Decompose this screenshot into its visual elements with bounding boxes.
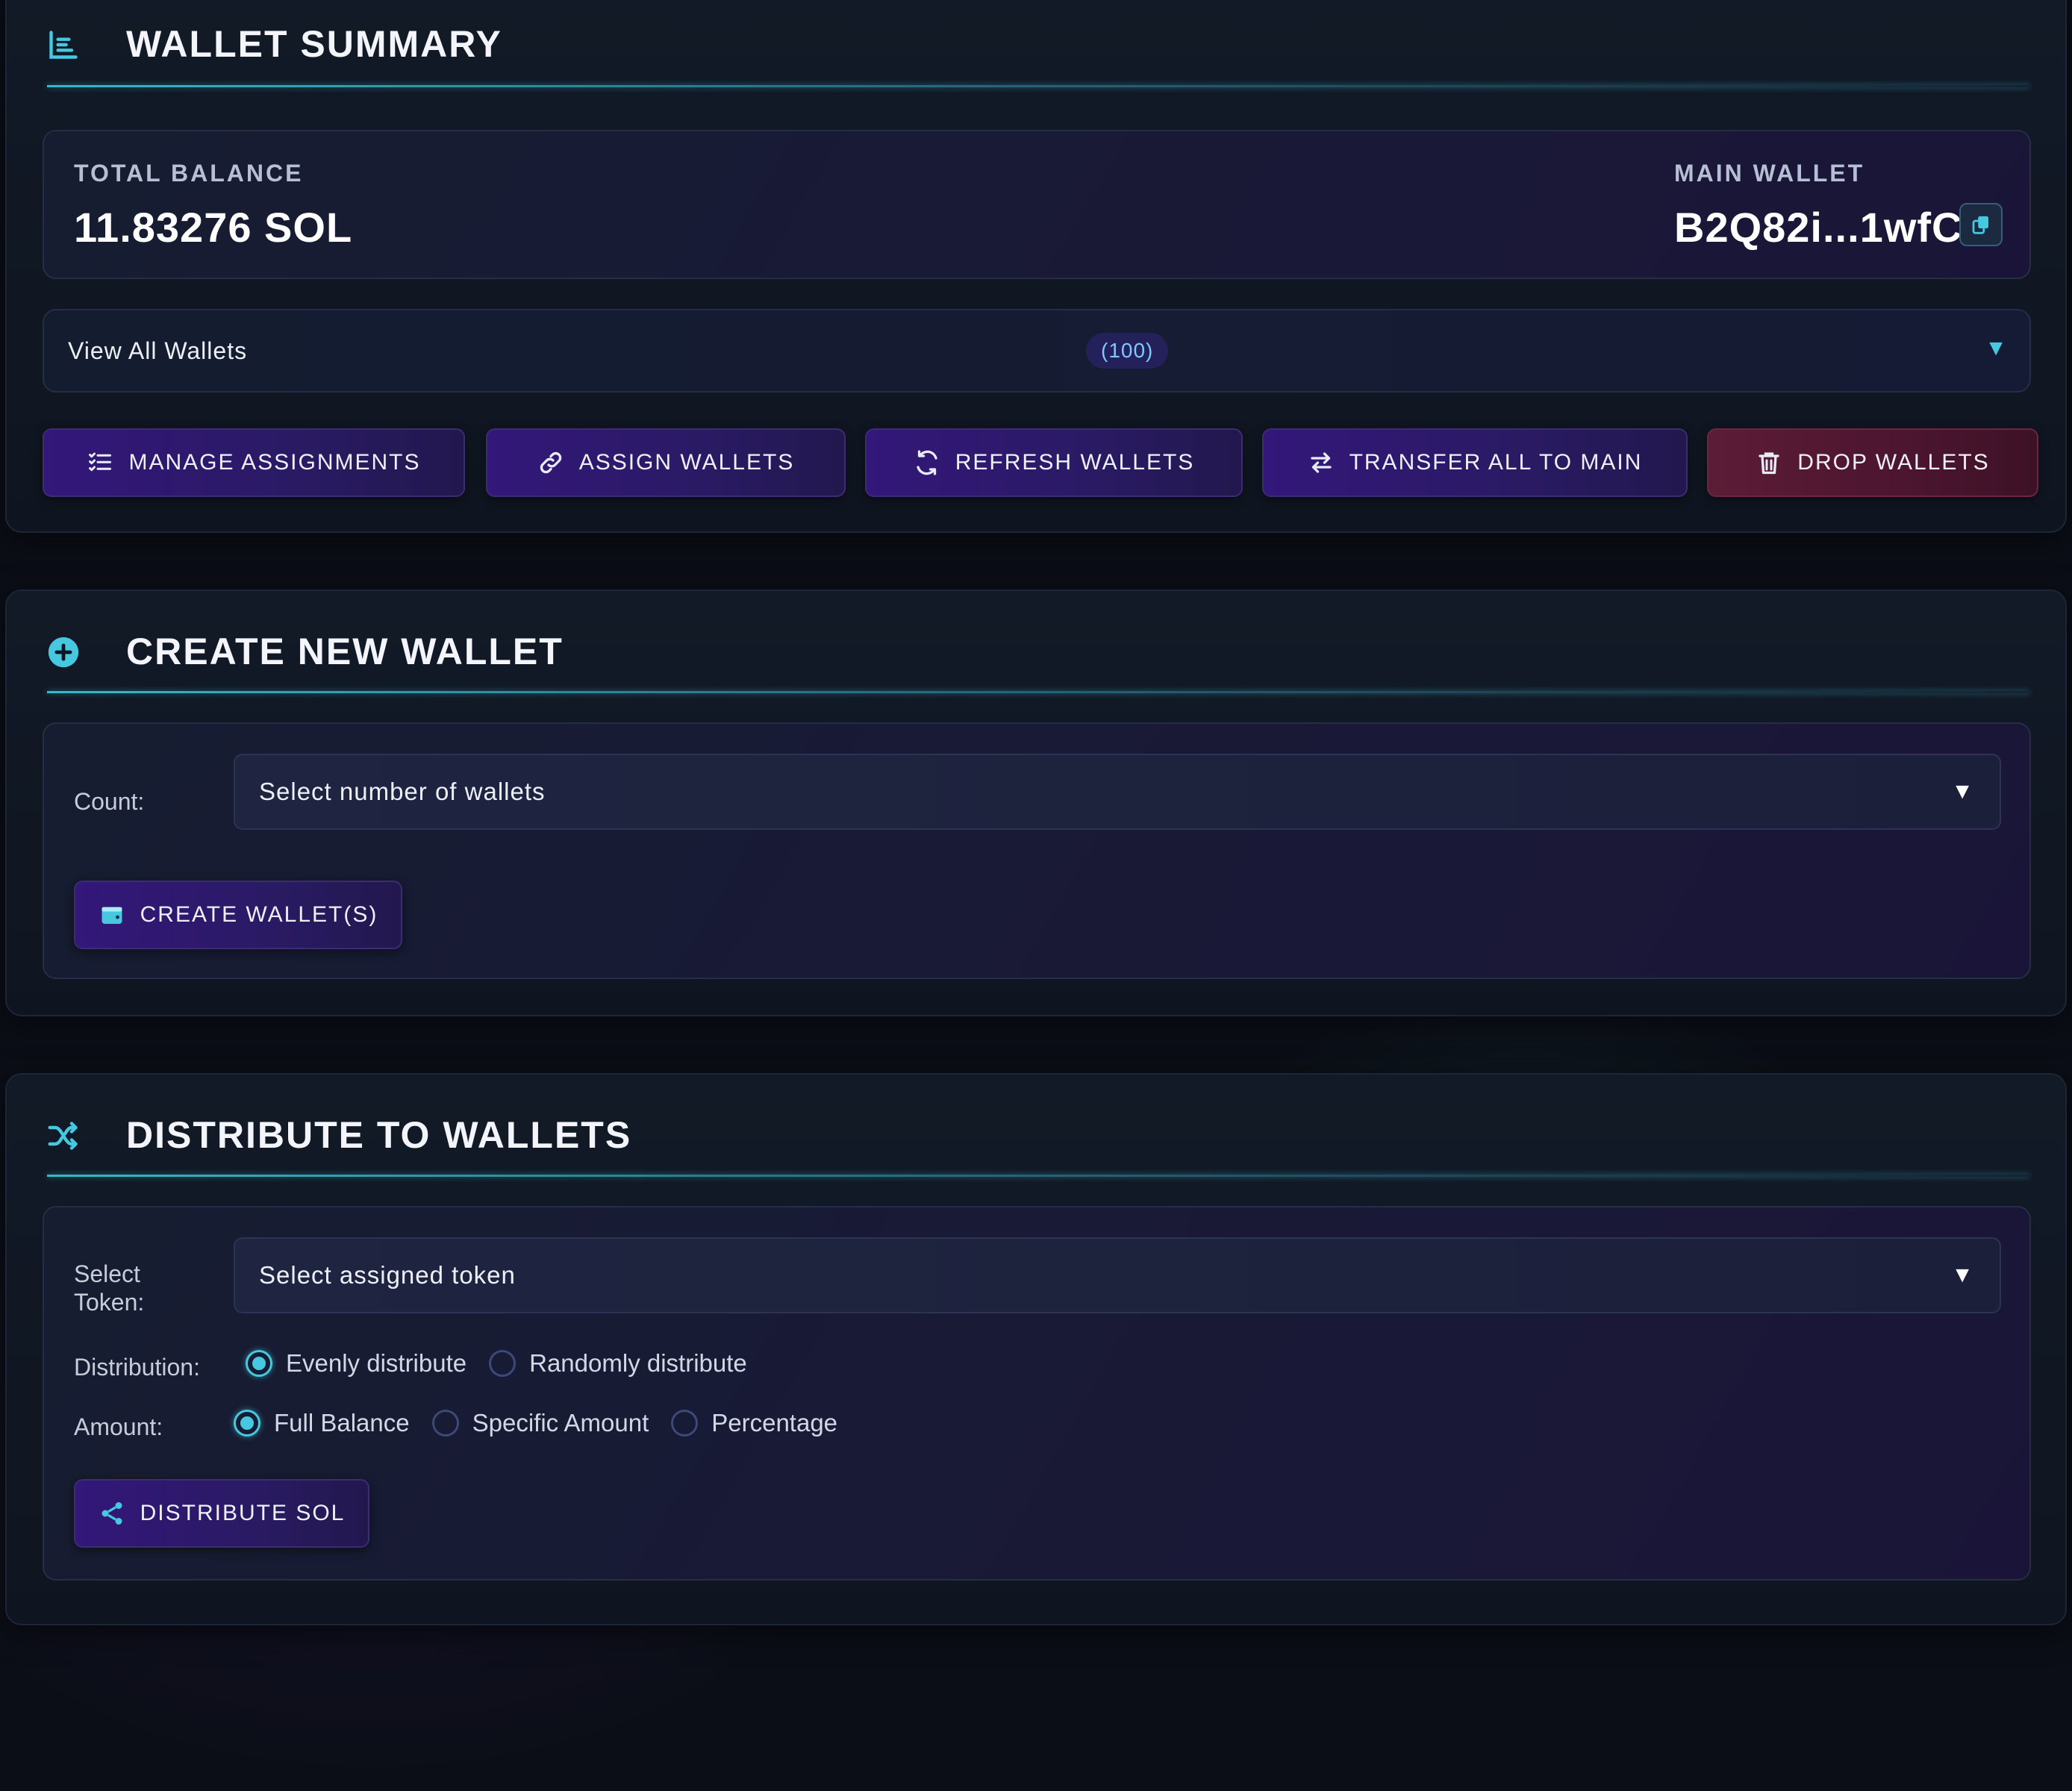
radio-dot [246, 1350, 272, 1377]
wallet-icon [102, 907, 122, 924]
manage-assignments-button[interactable]: MANAGE ASSIGNMENTS [43, 428, 465, 497]
radio-evenly-distribute[interactable]: Evenly distribute [246, 1349, 466, 1378]
drop-wallets-button[interactable]: DROP WALLETS [1707, 428, 2038, 497]
wallet-summary-header: WALLET SUMMARY [43, 1, 2029, 101]
create-wallet-header: CREATE NEW WALLET [43, 591, 2029, 693]
refresh-icon [917, 450, 937, 475]
refresh-wallets-label: REFRESH WALLETS [955, 450, 1195, 475]
radio-dot [671, 1410, 699, 1437]
main-wallet-label: MAIN WALLET [1674, 160, 1865, 187]
view-all-wallets-toggle[interactable]: View All Wallets (100) ▼ [43, 309, 2031, 393]
radio-specific-amount[interactable]: Specific Amount [431, 1409, 649, 1437]
amount-label: Amount: [74, 1413, 163, 1440]
chevron-down-icon: ▼ [1985, 336, 2007, 360]
radio-full-balance[interactable]: Full Balance [234, 1409, 410, 1437]
radio-specific-amount-label: Specific Amount [472, 1409, 649, 1437]
create-wallet-panel: CREATE NEW WALLET Count: Select number o… [5, 590, 2067, 1016]
amount-radio-group: Full Balance Specific Amount Percentage [234, 1409, 837, 1437]
distribution-label: Distribution: [74, 1354, 200, 1381]
assign-wallets-button[interactable]: ASSIGN WALLETS [486, 428, 846, 497]
radio-dot [431, 1410, 459, 1437]
wallet-summary-panel: WALLET SUMMARY TOTAL BALANCE 11.83276 SO… [5, 0, 2067, 533]
header-divider [47, 691, 2029, 693]
share-icon [102, 1502, 122, 1525]
wallet-count-badge: (100) [1086, 333, 1169, 369]
assign-wallets-label: ASSIGN WALLETS [578, 450, 795, 475]
wallet-count-select[interactable]: Select number of wallets ▼ [234, 754, 2001, 830]
radio-evenly-label: Evenly distribute [286, 1349, 467, 1377]
drop-wallets-label: DROP WALLETS [1797, 450, 1990, 475]
distribute-sol-label: DISTRIBUTE SOL [140, 1501, 346, 1525]
create-wallets-label: CREATE WALLET(S) [140, 902, 378, 927]
create-wallet-card: Count: Select number of wallets ▼ CREATE… [43, 722, 2031, 979]
header-divider [47, 85, 2029, 87]
header-divider [47, 1175, 2029, 1177]
distribute-card: Select Token: Select assigned token ▼ Di… [43, 1206, 2031, 1581]
radio-full-balance-label: Full Balance [274, 1409, 410, 1437]
wallet-count-select-value: Select number of wallets [259, 778, 546, 805]
create-wallet-title: CREATE NEW WALLET [126, 631, 564, 672]
distribute-panel: DISTRIBUTE TO WALLETS Select Token: Sele… [5, 1073, 2067, 1625]
transfer-all-to-main-button[interactable]: TRANSFER ALL TO MAIN [1262, 428, 1688, 497]
balance-card: TOTAL BALANCE 11.83276 SOL MAIN WALLET B… [43, 130, 2031, 279]
view-all-wallets-label: View All Wallets [68, 337, 248, 364]
list-check-icon [89, 452, 112, 472]
main-wallet-address: B2Q82i...1wfC [1674, 204, 1963, 251]
total-balance-label: TOTAL BALANCE [74, 160, 304, 187]
trash-icon [1759, 452, 1779, 475]
distribute-header: DISTRIBUTE TO WALLETS [43, 1075, 2029, 1177]
token-select-value: Select assigned token [259, 1261, 516, 1289]
select-token-label: Select Token: [74, 1260, 145, 1316]
count-label: Count: [74, 788, 145, 815]
token-select[interactable]: Select assigned token ▼ [234, 1237, 2001, 1313]
shuffle-icon [48, 1122, 78, 1150]
distribution-radio-group: Evenly distribute Randomly distribute [246, 1349, 747, 1378]
copy-icon [1972, 216, 1988, 234]
distribute-title: DISTRIBUTE TO WALLETS [126, 1114, 632, 1156]
chevron-down-icon: ▼ [1951, 1263, 1974, 1287]
plus-circle-icon [48, 637, 79, 668]
radio-percentage-label: Percentage [711, 1409, 838, 1437]
wallet-summary-title: WALLET SUMMARY [126, 23, 502, 65]
radio-percentage[interactable]: Percentage [671, 1409, 837, 1437]
manage-assignments-label: MANAGE ASSIGNMENTS [128, 450, 421, 475]
total-balance-value: 11.83276 SOL [74, 204, 353, 251]
create-wallets-button[interactable]: CREATE WALLET(S) [74, 881, 402, 949]
link-icon [540, 451, 561, 474]
radio-randomly-label: Randomly distribute [529, 1349, 747, 1377]
chevron-down-icon: ▼ [1951, 779, 1974, 804]
transfer-icon [1310, 452, 1332, 473]
radio-dot [234, 1410, 260, 1437]
distribute-sol-button[interactable]: DISTRIBUTE SOL [74, 1479, 369, 1548]
radio-randomly-distribute[interactable]: Randomly distribute [489, 1349, 747, 1378]
transfer-all-label: TRANSFER ALL TO MAIN [1349, 450, 1643, 475]
chart-list-icon [49, 31, 78, 59]
radio-dot [489, 1350, 517, 1377]
copy-address-button[interactable] [1959, 203, 2003, 246]
refresh-wallets-button[interactable]: REFRESH WALLETS [865, 428, 1243, 497]
